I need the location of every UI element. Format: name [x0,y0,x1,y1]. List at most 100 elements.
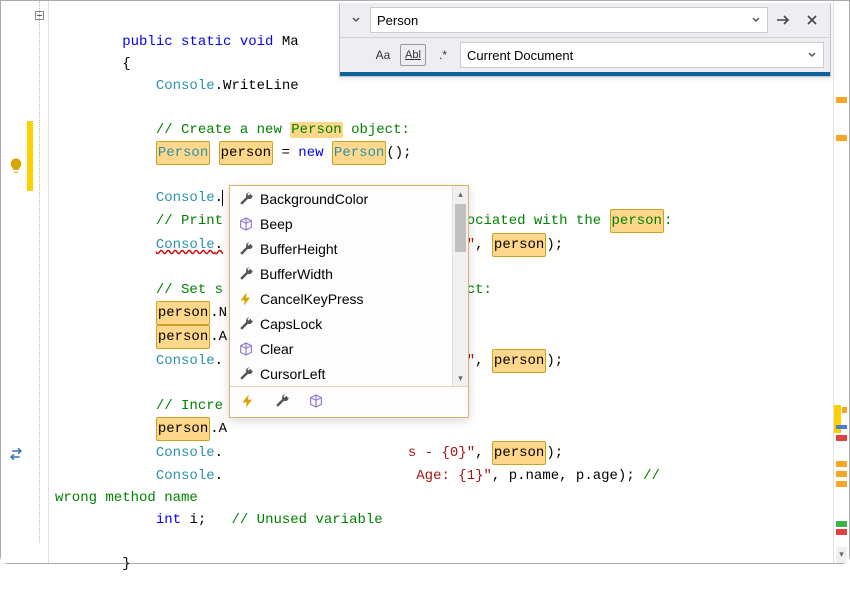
lightbulb-icon[interactable] [7,157,25,175]
wrench-icon [238,191,254,207]
wrench-icon [238,266,254,282]
error-marker[interactable] [836,529,847,535]
intellisense-item-label: BufferWidth [260,266,333,282]
wrench-icon[interactable] [274,393,292,411]
type-name: Console [156,468,215,484]
highlighted-text: person [492,233,546,257]
intellisense-item[interactable]: Clear [230,336,468,361]
member-access: .WriteLine [215,78,299,94]
type-name: Console [156,78,215,94]
intellisense-item-label: BackgroundColor [260,191,368,207]
comment: // Create a new [156,122,290,138]
scope-label: Current Document [467,48,573,63]
highlighted-text: Person [290,122,342,138]
comment: // Print [156,213,223,229]
intellisense-popup: BackgroundColor Beep BufferHeight BufferWid… [229,185,469,418]
intellisense-item[interactable]: BufferHeight [230,236,468,261]
highlighted-text: person [156,301,210,325]
highlighted-text: person [156,417,210,441]
keyword: int [156,512,181,528]
match-word-toggle[interactable]: Abl [400,44,426,66]
intellisense-item[interactable]: CapsLock [230,311,468,336]
editor-gutter [1,1,49,563]
highlighted-text: person [492,349,546,373]
scope-dropdown[interactable]: Current Document [460,42,824,68]
match-marker[interactable] [836,471,847,477]
intellisense-item[interactable]: BackgroundColor [230,186,468,211]
ok-marker [836,521,847,527]
intellisense-filter-bar [230,386,468,417]
match-marker[interactable] [842,407,847,413]
expand-replace-toggle[interactable] [346,8,366,32]
wrench-icon [238,316,254,332]
highlighted-text: person [492,441,546,465]
cube-icon[interactable] [308,393,326,411]
comment: // Incre [156,398,223,414]
accent-bar [340,72,830,76]
highlighted-text: person [610,209,664,233]
regex-toggle[interactable]: .* [430,44,456,66]
chevron-down-icon[interactable] [751,15,761,25]
intellisense-item-label: Clear [260,341,293,357]
find-input[interactable] [370,7,768,33]
brace: } [122,556,130,572]
comment: // Unused variable [231,512,382,528]
match-marker[interactable] [836,97,847,103]
brace: { [122,56,130,72]
comment: // Set s [156,282,223,298]
error-marker[interactable] [836,435,847,441]
match-case-toggle[interactable]: Aa [370,44,396,66]
intellisense-item-label: Beep [260,216,293,232]
swap-icon[interactable] [7,445,25,463]
close-button[interactable] [800,8,824,32]
cube-icon [238,216,254,232]
intellisense-item[interactable]: Beep [230,211,468,236]
keyword: public [122,34,172,50]
intellisense-item-label: CursorLeft [260,366,325,382]
highlighted-text: Person [156,141,210,165]
text-cursor [222,190,223,206]
match-marker[interactable] [836,481,847,487]
intellisense-item-label: BufferHeight [260,241,338,257]
scroll-up-icon[interactable]: ▴ [453,186,468,202]
scroll-down-icon[interactable]: ▾ [836,547,847,563]
scroll-down-icon[interactable]: ▾ [453,370,468,386]
intellisense-item-label: CapsLock [260,316,322,332]
comment: wrong method name [55,490,198,506]
find-replace-panel: Aa Abl .* Current Document [339,3,831,77]
highlighted-text: person [156,325,210,349]
match-marker[interactable] [836,135,847,141]
intellisense-item[interactable]: CancelKeyPress [230,286,468,311]
wrench-icon [238,366,254,382]
comment: object: [343,122,410,138]
caret-marker [836,425,847,429]
keyword: new [298,145,323,161]
intellisense-item[interactable]: BufferWidth [230,261,468,286]
bolt-icon[interactable] [240,393,258,411]
find-text-field[interactable] [377,13,751,28]
type-name: Console [156,190,215,206]
type-name: Console [156,353,215,369]
change-marker [27,121,33,191]
type-name: Console [156,237,215,253]
string: s - {0}" [408,445,475,461]
identifier: Ma [273,34,298,50]
highlighted-text: Person [332,141,386,165]
overview-ruler[interactable]: ▾ [833,1,849,563]
keyword: void [231,34,273,50]
scrollbar-thumb[interactable] [455,204,466,252]
chevron-down-icon [807,50,817,60]
keyword: static [173,34,232,50]
cube-icon [238,341,254,357]
intellisense-scrollbar[interactable]: ▴ ▾ [452,186,468,386]
intellisense-item[interactable]: CursorLeft [230,361,468,386]
type-name: Console [156,445,215,461]
intellisense-list[interactable]: BackgroundColor Beep BufferHeight BufferWid… [230,186,468,386]
fold-guide [39,1,40,543]
match-marker[interactable] [836,461,847,467]
intellisense-item-label: CancelKeyPress [260,291,364,307]
highlighted-text: person [219,141,273,165]
wrench-icon [238,241,254,257]
bolt-icon [238,291,254,307]
find-next-button[interactable] [772,8,796,32]
